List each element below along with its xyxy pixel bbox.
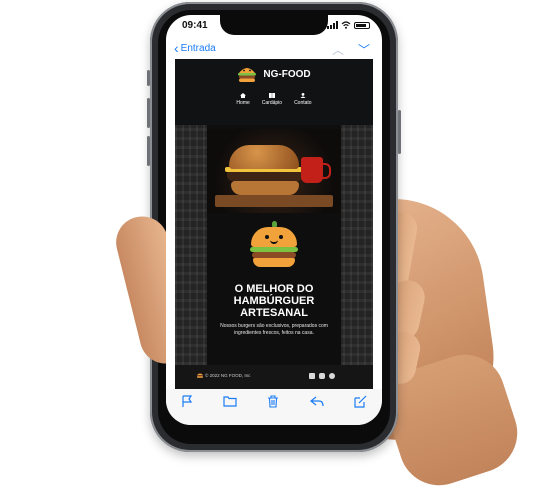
email-header: NG-FOOD Home Cardápio Contato — [175, 59, 373, 125]
power-button — [398, 110, 401, 154]
cutting-board — [215, 195, 333, 207]
menu-label: Home — [236, 100, 249, 106]
mute-switch — [147, 70, 150, 86]
volume-up-button — [147, 98, 150, 128]
back-button[interactable]: ‹ Entrada — [174, 41, 216, 55]
instagram-icon[interactable] — [319, 373, 325, 379]
compose-icon[interactable] — [354, 395, 367, 408]
footer-copy-text: © 2022 NG FOOD, Inc — [205, 373, 250, 378]
burger-photo — [207, 129, 341, 213]
mail-toolbar — [166, 389, 382, 425]
menu-item-cardapio[interactable]: Cardápio — [262, 93, 282, 106]
status-icons — [327, 21, 370, 29]
user-icon — [300, 93, 306, 98]
menu-label: Contato — [294, 100, 312, 106]
burger-mascot-icon — [251, 223, 297, 269]
mug-handle — [321, 163, 331, 179]
menu-book-icon — [269, 93, 275, 98]
red-mug — [301, 157, 323, 183]
brand-name: NG-FOOD — [263, 69, 310, 80]
footer-copyright: © 2022 NG FOOD, Inc — [197, 373, 250, 378]
volume-down-button — [147, 136, 150, 166]
email-footer: © 2022 NG FOOD, Inc — [175, 365, 373, 389]
chevron-down-icon[interactable]: ﹀ — [358, 41, 370, 58]
hero-headline: O MELHOR DO HAMBÚRGUER ARTESANAL — [207, 283, 341, 319]
social-links — [309, 373, 335, 379]
notch — [220, 15, 328, 35]
hero-section: O MELHOR DO HAMBÚRGUER ARTESANAL Nossos … — [175, 125, 373, 365]
email-body: NG-FOOD Home Cardápio Contato — [175, 59, 373, 389]
twitter-icon[interactable] — [329, 373, 335, 379]
burger-logo-icon — [237, 65, 257, 83]
mail-nav-bar: ‹ Entrada ︿ ﹀ — [166, 39, 382, 59]
menu-item-home[interactable]: Home — [236, 93, 249, 106]
phone-screen: 09:41 ‹ Entrada ︿ ﹀ — [166, 15, 382, 425]
bun-top — [229, 145, 299, 169]
home-icon — [240, 93, 246, 98]
status-time: 09:41 — [182, 20, 208, 31]
hero-subtext: Nossos burgers são exclusivos, preparado… — [211, 323, 337, 337]
message-nav: ︿ ﹀ — [332, 41, 370, 58]
reply-icon[interactable] — [310, 395, 324, 407]
bun-bottom — [231, 181, 299, 195]
burger-small-icon — [197, 373, 203, 378]
back-label: Entrada — [181, 43, 216, 54]
wifi-icon — [341, 21, 351, 29]
brand-logo: NG-FOOD — [175, 65, 373, 83]
trash-icon[interactable] — [267, 395, 279, 408]
battery-icon — [354, 22, 370, 29]
email-menu: Home Cardápio Contato — [175, 93, 373, 106]
menu-label: Cardápio — [262, 100, 282, 106]
folder-icon[interactable] — [223, 395, 237, 407]
menu-item-contato[interactable]: Contato — [294, 93, 312, 106]
flag-icon[interactable] — [181, 395, 193, 408]
chevron-left-icon: ‹ — [174, 41, 179, 55]
facebook-icon[interactable] — [309, 373, 315, 379]
chevron-up-icon[interactable]: ︿ — [332, 41, 344, 58]
signal-icon — [327, 21, 338, 29]
